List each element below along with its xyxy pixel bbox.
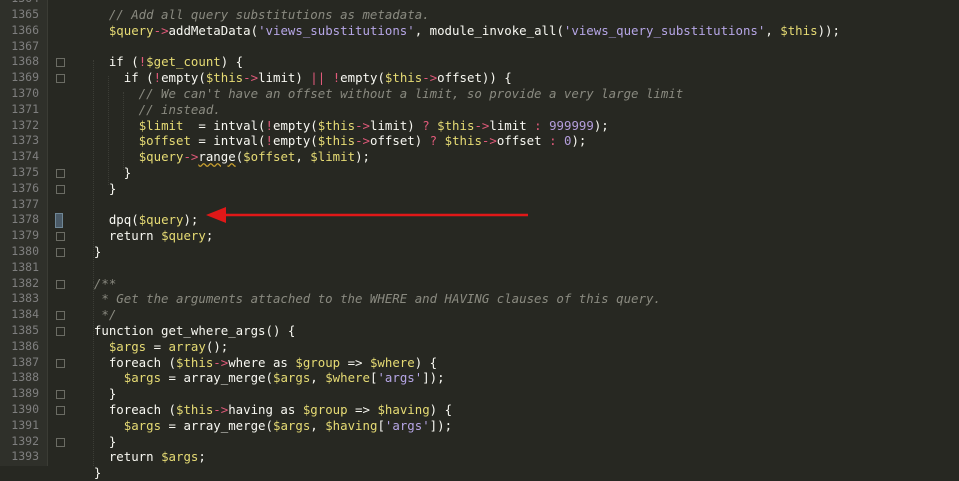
code-token: }	[79, 465, 102, 481]
line-number	[0, 465, 39, 481]
code-line[interactable]: }	[79, 465, 959, 481]
red-arrow-icon	[206, 207, 528, 223]
code-editor[interactable]: 1364136513661367136813691370137113721373…	[0, 0, 959, 480]
